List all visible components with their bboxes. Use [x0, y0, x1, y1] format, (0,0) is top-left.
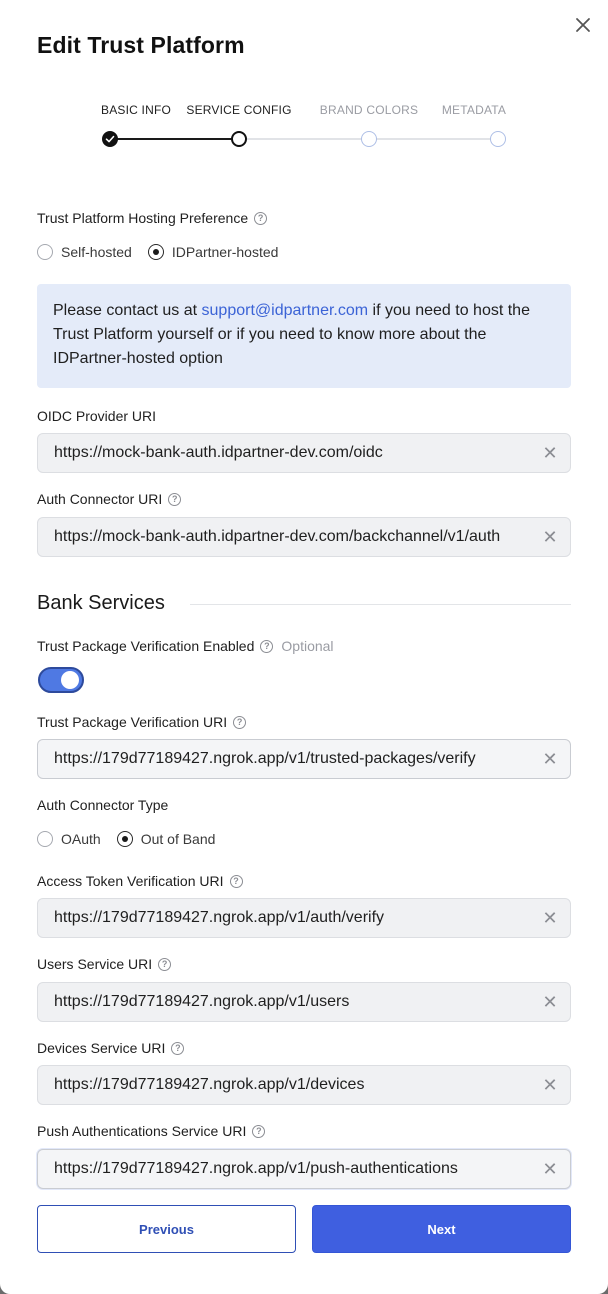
users-service-value[interactable]: https://179d77189427.ngrok.app/v1/users — [54, 993, 530, 1011]
devices-service-value[interactable]: https://179d77189427.ngrok.app/v1/device… — [54, 1076, 530, 1094]
clear-icon[interactable]: ✕ — [530, 1066, 570, 1104]
check-icon — [105, 135, 115, 143]
step-basic-info-dot[interactable] — [102, 131, 118, 147]
info-text-before: Please contact us at — [53, 302, 202, 319]
clear-icon[interactable]: ✕ — [530, 434, 570, 472]
auth-connector-text: Auth Connector URI — [37, 491, 163, 507]
devices-service-input[interactable]: https://179d77189427.ngrok.app/v1/device… — [37, 1065, 571, 1105]
access-token-input[interactable]: https://179d77189427.ngrok.app/v1/auth/v… — [37, 898, 571, 938]
step-metadata-label: METADATA — [441, 103, 507, 117]
radio-self-hosted-control[interactable] — [37, 244, 53, 260]
auth-connector-value[interactable]: https://mock-bank-auth.idpartner-dev.com… — [54, 528, 530, 546]
radio-out-of-band[interactable]: Out of Band — [116, 831, 216, 847]
devices-service-text: Devices Service URI — [37, 1040, 166, 1056]
help-icon[interactable]: ? — [168, 492, 182, 506]
radio-idpartner-hosted-control[interactable] — [147, 244, 164, 260]
help-icon[interactable]: ? — [229, 874, 243, 888]
access-token-text: Access Token Verification URI — [37, 873, 224, 889]
radio-oauth-label: OAuth — [61, 831, 101, 847]
help-icon[interactable]: ? — [158, 957, 172, 971]
optional-tag: Optional — [281, 638, 334, 654]
access-token-value[interactable]: https://179d77189427.ngrok.app/v1/auth/v… — [54, 909, 530, 927]
users-service-text: Users Service URI — [37, 956, 153, 972]
step-brand-colors-label: BRAND COLORS — [319, 103, 419, 117]
trust-package-enabled-toggle[interactable] — [38, 667, 84, 693]
trust-package-uri-value[interactable]: https://179d77189427.ngrok.app/v1/truste… — [54, 750, 530, 768]
bank-services-heading: Bank Services — [37, 592, 165, 614]
radio-self-hosted[interactable]: Self-hosted — [37, 244, 132, 260]
step-metadata-dot[interactable] — [490, 131, 506, 147]
auth-connector-label: Auth Connector URI ? — [37, 491, 182, 507]
radio-idpartner-hosted[interactable]: IDPartner-hosted — [147, 244, 279, 260]
radio-out-of-band-control[interactable] — [116, 831, 133, 847]
oidc-provider-label: OIDC Provider URI — [37, 408, 157, 424]
radio-idpartner-hosted-label: IDPartner-hosted — [171, 244, 279, 260]
step-service-config-label: SERVICE CONFIG — [186, 103, 292, 117]
support-email-link[interactable]: support@idpartner.com — [202, 302, 369, 319]
help-icon[interactable]: ? — [171, 1041, 185, 1055]
step-brand-colors-dot[interactable] — [361, 131, 377, 147]
oidc-provider-input[interactable]: https://mock-bank-auth.idpartner-dev.com… — [37, 433, 571, 473]
help-icon[interactable]: ? — [252, 1124, 266, 1138]
push-auth-input[interactable]: https://179d77189427.ngrok.app/v1/push-a… — [37, 1149, 571, 1189]
users-service-input[interactable]: https://179d77189427.ngrok.app/v1/users … — [37, 982, 571, 1022]
radio-out-of-band-label: Out of Band — [140, 831, 216, 847]
clear-icon[interactable]: ✕ — [530, 899, 570, 937]
radio-self-hosted-label: Self-hosted — [61, 244, 132, 260]
edit-trust-platform-dialog: Edit Trust Platform BASIC INFO SERVICE C… — [0, 0, 608, 1294]
hosting-info-box: Please contact us at support@idpartner.c… — [37, 284, 571, 388]
help-icon[interactable]: ? — [260, 639, 274, 653]
oidc-provider-value[interactable]: https://mock-bank-auth.idpartner-dev.com… — [54, 444, 530, 462]
push-auth-text: Push Authentications Service URI — [37, 1123, 247, 1139]
clear-icon[interactable]: ✕ — [530, 518, 570, 556]
radio-oauth[interactable]: OAuth — [37, 831, 101, 847]
hosting-preference-text: Trust Platform Hosting Preference — [37, 210, 249, 226]
trust-package-uri-input[interactable]: https://179d77189427.ngrok.app/v1/truste… — [37, 739, 571, 779]
devices-service-label: Devices Service URI ? — [37, 1040, 185, 1056]
radio-oauth-control[interactable] — [37, 831, 53, 847]
auth-connector-type-label: Auth Connector Type — [37, 797, 169, 813]
close-button[interactable] — [572, 14, 594, 36]
step-basic-info-label: BASIC INFO — [100, 103, 172, 117]
help-icon[interactable]: ? — [233, 715, 247, 729]
clear-icon[interactable]: ✕ — [530, 1150, 570, 1188]
trust-package-enabled-label: Trust Package Verification Enabled ? Opt… — [37, 638, 334, 654]
push-auth-value[interactable]: https://179d77189427.ngrok.app/v1/push-a… — [54, 1160, 530, 1178]
dialog-title: Edit Trust Platform — [37, 32, 245, 58]
access-token-label: Access Token Verification URI ? — [37, 873, 243, 889]
auth-connector-type-radio-group: OAuth Out of Band — [37, 831, 223, 847]
next-button[interactable]: Next — [312, 1205, 571, 1253]
hosting-radio-group: Self-hosted IDPartner-hosted — [37, 244, 286, 260]
help-icon[interactable]: ? — [254, 211, 268, 225]
trust-package-uri-text: Trust Package Verification URI — [37, 714, 228, 730]
clear-icon[interactable]: ✕ — [530, 740, 570, 778]
push-auth-label: Push Authentications Service URI ? — [37, 1123, 266, 1139]
section-divider — [190, 604, 571, 605]
hosting-preference-label: Trust Platform Hosting Preference ? — [37, 210, 268, 226]
stepper-progress-line — [110, 138, 239, 140]
step-service-config-dot[interactable] — [231, 131, 247, 147]
previous-button[interactable]: Previous — [37, 1205, 296, 1253]
trust-package-uri-label: Trust Package Verification URI ? — [37, 714, 247, 730]
trust-package-enabled-text: Trust Package Verification Enabled — [37, 638, 255, 654]
close-icon — [576, 18, 590, 32]
clear-icon[interactable]: ✕ — [530, 983, 570, 1021]
auth-connector-input[interactable]: https://mock-bank-auth.idpartner-dev.com… — [37, 517, 571, 557]
users-service-label: Users Service URI ? — [37, 956, 172, 972]
